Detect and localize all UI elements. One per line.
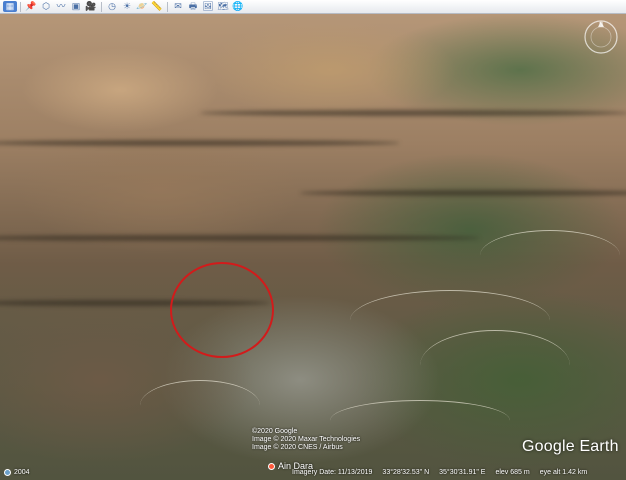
- planets-button[interactable]: 🪐: [135, 1, 149, 12]
- longitude-readout: 35°30'31.91" E: [439, 469, 486, 476]
- imagery-attribution: ©2020 Google Image © 2020 Maxar Technolo…: [252, 428, 360, 452]
- coordinates-readout: Imagery Date: 11/13/2019 33°28'32.53" N …: [292, 469, 587, 476]
- latitude-readout: 33°28'32.53" N: [382, 469, 430, 476]
- clock-icon: ◷: [108, 1, 116, 11]
- terrain-ridge: [0, 140, 400, 146]
- ruler-icon: 📏: [151, 1, 163, 11]
- main-toolbar: ▦ 📌 ⬡ 〰 ▣ 🎥 ◷ ☀ 🪐 📏 ✉ 🖶 🖼 🗺 🌐: [0, 0, 626, 14]
- camera-icon: 🎥: [85, 1, 97, 11]
- time-slider-year: 2004: [14, 469, 30, 476]
- print-icon: 🖶: [188, 1, 198, 11]
- eye-altitude-readout: eye alt 1.42 km: [539, 469, 588, 476]
- imagery-date: Imagery Date: 11/13/2019: [292, 469, 373, 476]
- pin-icon: 📌: [25, 1, 37, 11]
- highlight-circle-annotation: [170, 262, 274, 358]
- toolbar-separator: [167, 1, 168, 12]
- maps-icon: 🗺: [217, 1, 229, 11]
- save-image-icon: 🖼: [202, 1, 214, 11]
- sun-icon: ☀: [122, 1, 132, 11]
- road: [420, 330, 570, 401]
- toolbar-separator: [20, 1, 21, 12]
- polygon-button[interactable]: ⬡: [39, 1, 53, 12]
- terrain-ridge: [200, 110, 626, 116]
- attribution-line: Image © 2020 Maxar Technologies: [252, 436, 361, 443]
- attribution-line: Image © 2020 CNES / Airbus: [252, 444, 343, 451]
- sidebar-icon: ▦: [5, 1, 15, 11]
- polygon-icon: ⬡: [42, 1, 50, 11]
- path-icon: 〰: [56, 1, 66, 11]
- clock-icon: [4, 469, 11, 476]
- email-button[interactable]: ✉: [171, 1, 185, 12]
- path-button[interactable]: 〰: [54, 1, 68, 12]
- view-in-maps-button[interactable]: 🗺: [216, 1, 230, 12]
- svg-text:N: N: [599, 22, 603, 28]
- toolbar-separator: [101, 1, 102, 12]
- image-overlay-button[interactable]: ▣: [69, 1, 83, 12]
- historical-imagery-button[interactable]: ◷: [105, 1, 119, 12]
- terrain-ridge: [300, 190, 626, 196]
- ruler-button[interactable]: 📏: [150, 1, 164, 12]
- satellite-map-view[interactable]: N ©2020 Google Image © 2020 Maxar Techno…: [0, 0, 626, 480]
- globe-icon: 🌐: [232, 1, 244, 11]
- overlay-icon: ▣: [71, 1, 81, 11]
- email-icon: ✉: [174, 1, 182, 11]
- attribution-line: ©2020 Google: [252, 428, 298, 435]
- road: [140, 380, 260, 431]
- placemark-button[interactable]: 📌: [24, 1, 38, 12]
- elevation-readout: elev 685 m: [495, 469, 530, 476]
- compass-navigation-control[interactable]: N: [582, 18, 620, 56]
- record-tour-button[interactable]: 🎥: [84, 1, 98, 12]
- status-bar: 2004 Imagery Date: 11/13/2019 33°28'32.5…: [0, 466, 626, 480]
- sidebar-toggle-button[interactable]: ▦: [3, 1, 17, 12]
- road: [480, 230, 620, 281]
- google-earth-logo: Google Earth: [522, 438, 619, 455]
- print-button[interactable]: 🖶: [186, 1, 200, 12]
- historical-imagery-slider[interactable]: 2004: [4, 469, 30, 476]
- earth-button[interactable]: 🌐: [231, 1, 245, 12]
- sunlight-button[interactable]: ☀: [120, 1, 134, 12]
- planet-icon: 🪐: [136, 1, 148, 11]
- save-image-button[interactable]: 🖼: [201, 1, 215, 12]
- terrain-ridge: [0, 235, 480, 241]
